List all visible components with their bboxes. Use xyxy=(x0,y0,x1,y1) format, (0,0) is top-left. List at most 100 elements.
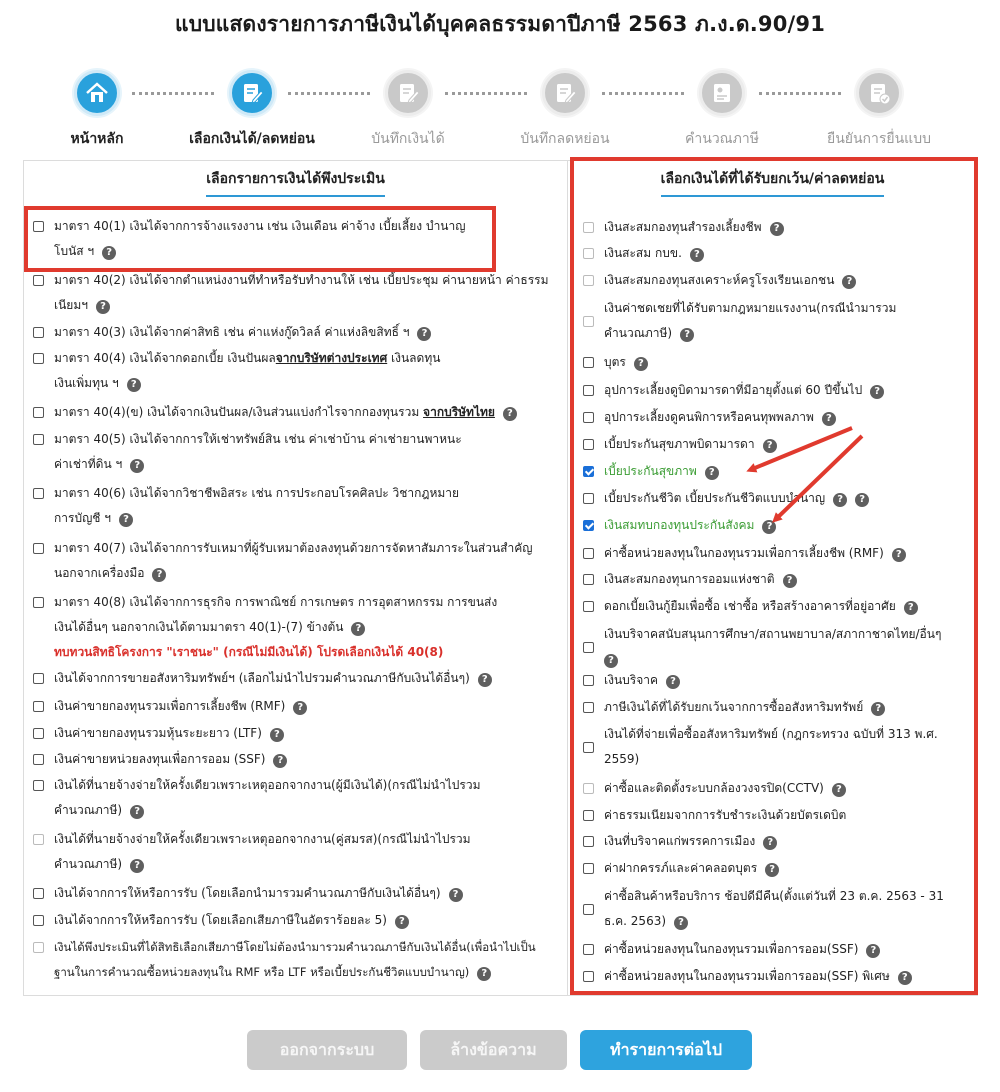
item-label: คำนวณภาษี) xyxy=(54,803,123,817)
page-title: แบบแสดงรายการภาษีเงินได้บุคคลธรรมดาปีภาษ… xyxy=(174,12,826,36)
logout-button[interactable]: ออกจากระบบ xyxy=(247,1030,407,1070)
help-icon[interactable]: ? xyxy=(417,327,432,341)
item-label: เงินค่าขายหน่วยลงทุนเพื่อการออม (SSF) xyxy=(54,752,266,766)
item-label: เงินได้จากการให้หรือการรับ (โดยเลือกเสีย… xyxy=(54,913,387,927)
item-label: การบัญชี ฯ xyxy=(54,511,111,525)
step-home[interactable]: หน้าหลัก xyxy=(27,70,167,150)
help-icon[interactable]: ? xyxy=(293,701,308,715)
checkbox[interactable] xyxy=(33,915,44,926)
help-icon[interactable]: ? xyxy=(119,513,133,527)
step-label: ยืนยันการยื่นแบบ xyxy=(827,131,931,147)
rao-chana-note: ทบทวนสิทธิโครงการ "เราชนะ" (กรณีไม่มีเงิ… xyxy=(54,645,444,659)
checkbox[interactable] xyxy=(33,673,44,684)
checkbox[interactable] xyxy=(33,407,44,418)
help-icon[interactable]: ? xyxy=(502,407,517,421)
item-label: มาตรา 40(3) เงินได้จากค่าสิทธิ เช่น ค่าแ… xyxy=(54,325,410,339)
item-label: เงินเพิ่มทุน ฯ xyxy=(54,376,119,390)
income-item-40-7[interactable]: มาตรา 40(7) เงินได้จากการรับเหมาที่ผู้รั… xyxy=(33,536,553,586)
help-icon[interactable]: ? xyxy=(152,568,167,582)
help-icon[interactable]: ? xyxy=(130,859,145,873)
income-item-rmf-sale[interactable]: เงินค่าขายกองทุนรวมเพื่อการเลี้ยงชีพ (RM… xyxy=(33,694,553,719)
step-calculate-tax[interactable]: คำนวณภาษี xyxy=(652,70,792,150)
income-item-40-6[interactable]: มาตรา 40(6) เงินได้จากวิชาชีพอิสระ เช่น … xyxy=(33,481,553,531)
income-item-gift-5pct[interactable]: เงินได้จากการให้หรือการรับ (โดยเลือกเสีย… xyxy=(33,908,553,933)
income-item-40-4-b[interactable]: มาตรา 40(4)(ข) เงินได้จากเงินปันผล/เงินส… xyxy=(33,400,553,425)
income-item-40-5[interactable]: มาตรา 40(5) เงินได้จากการให้เช่าทรัพย์สิ… xyxy=(33,427,553,477)
checkbox[interactable] xyxy=(33,488,44,499)
income-item-40-4[interactable]: มาตรา 40(4) เงินได้จากดอกเบี้ย เงินปันผล… xyxy=(33,346,553,396)
help-icon[interactable]: ? xyxy=(351,622,366,636)
item-label: เงินลดทุน xyxy=(387,351,441,365)
step-confirm-filing[interactable]: ยืนยันการยื่นแบบ xyxy=(809,70,949,150)
help-icon[interactable]: ? xyxy=(273,754,288,768)
help-icon[interactable]: ? xyxy=(477,967,492,981)
checkbox[interactable] xyxy=(33,754,44,765)
help-icon[interactable]: ? xyxy=(130,805,145,819)
item-label: มาตรา 40(4) เงินได้จากดอกเบี้ย เงินปันผล xyxy=(54,351,276,365)
checkbox xyxy=(33,942,44,953)
item-label: มาตรา 40(5) เงินได้จากการให้เช่าทรัพย์สิ… xyxy=(54,432,462,446)
income-item-severance-spouse: เงินได้ที่นายจ้างจ่ายให้ครั้งเดียวเพราะเ… xyxy=(33,827,553,877)
checkbox[interactable] xyxy=(33,543,44,554)
income-item-ltf-sale[interactable]: เงินค่าขายกองทุนรวมหุ้นระยะยาว (LTF)? xyxy=(33,721,553,746)
document-check-icon xyxy=(856,70,902,116)
step-record-deductions[interactable]: บันทึกลดหย่อน xyxy=(495,70,635,150)
help-icon[interactable]: ? xyxy=(477,673,492,687)
checkbox[interactable] xyxy=(33,701,44,712)
checkbox[interactable] xyxy=(33,780,44,791)
income-panel-title: เลือกรายการเงินได้พึงประเมิน xyxy=(206,168,385,197)
help-icon[interactable]: ? xyxy=(126,378,141,392)
item-label: มาตรา 40(2) เงินได้จากตำแหน่งงานที่ทำหรื… xyxy=(54,273,549,287)
tax-filing-page: แบบแสดงรายการภาษีเงินได้บุคคลธรรมดาปีภาษ… xyxy=(0,0,1000,1092)
item-label: เงินได้อื่นๆ นอกจากเงินได้ตามมาตรา 40(1)… xyxy=(54,620,344,634)
help-icon[interactable]: ? xyxy=(95,300,110,314)
help-icon[interactable]: ? xyxy=(269,728,284,742)
panel-title: เลือกรายการเงินได้พึงประเมิน xyxy=(24,161,567,197)
income-item-severance-self[interactable]: เงินได้ที่นายจ้างจ่ายให้ครั้งเดียวเพราะเ… xyxy=(33,773,553,823)
progress-stepper: หน้าหลัก เลือกเงินได้/ลดหย่อน บันทึกเงิน… xyxy=(35,70,935,150)
calculator-document-icon xyxy=(699,70,745,116)
help-icon[interactable]: ? xyxy=(130,459,145,473)
step-label: หน้าหลัก xyxy=(70,131,124,147)
income-item-40-2[interactable]: มาตรา 40(2) เงินได้จากตำแหน่งงานที่ทำหรื… xyxy=(33,268,553,318)
clear-button[interactable]: ล้างข้อความ xyxy=(420,1030,567,1070)
checkbox[interactable] xyxy=(33,327,44,338)
item-label: คำนวณภาษี) xyxy=(54,857,123,871)
checkbox[interactable] xyxy=(33,275,44,286)
step-select-income[interactable]: เลือกเงินได้/ลดหย่อน xyxy=(182,70,322,150)
item-label: ค่าเช่าที่ดิน ฯ xyxy=(54,457,123,471)
income-item-gift-combined[interactable]: เงินได้จากการให้หรือการรับ (โดยเลือกนำมา… xyxy=(33,881,553,906)
income-item-ssf-sale[interactable]: เงินค่าขายหน่วยลงทุนเพื่อการออม (SSF)? xyxy=(33,747,553,772)
item-label: เงินได้จากการให้หรือการรับ (โดยเลือกนำมา… xyxy=(54,886,441,900)
checkbox[interactable] xyxy=(33,434,44,445)
highlight-box-income-40-1 xyxy=(24,206,496,272)
step-label: เลือกเงินได้/ลดหย่อน xyxy=(189,131,315,147)
checkbox[interactable] xyxy=(33,888,44,899)
item-label: มาตรา 40(6) เงินได้จากวิชาชีพอิสระ เช่น … xyxy=(54,486,460,500)
document-edit-icon xyxy=(385,70,431,116)
item-label-emphasis: จากบริษัทต่างประเทศ xyxy=(275,351,388,365)
income-item-40-8[interactable]: มาตรา 40(8) เงินได้จากการธุรกิจ การพาณิช… xyxy=(33,590,553,665)
item-label: เงินค่าขายกองทุนรวมหุ้นระยะยาว (LTF) xyxy=(54,726,262,740)
next-button[interactable]: ทำรายการต่อไป xyxy=(580,1030,752,1070)
checkbox[interactable] xyxy=(33,597,44,608)
checkbox[interactable] xyxy=(33,353,44,364)
item-label: ฐานในการคำนวณซื้อหน่วยลงทุนใน RMF หรือ L… xyxy=(54,965,470,979)
checkbox[interactable] xyxy=(33,728,44,739)
item-label: เงินได้จากการขายอสังหาริมทรัพย์ฯ (เลือกไ… xyxy=(54,671,470,685)
item-label: เนียมฯ xyxy=(54,298,88,312)
income-item-real-estate-sale[interactable]: เงินได้จากการขายอสังหาริมทรัพย์ฯ (เลือกไ… xyxy=(33,666,553,691)
help-icon[interactable]: ? xyxy=(448,888,463,902)
item-label: มาตรา 40(8) เงินได้จากการธุรกิจ การพาณิช… xyxy=(54,595,498,609)
item-label: เงินค่าขายกองทุนรวมเพื่อการเลี้ยงชีพ (RM… xyxy=(54,699,286,713)
item-label: เงินได้ที่นายจ้างจ่ายให้ครั้งเดียวเพราะเ… xyxy=(54,778,481,792)
help-icon[interactable]: ? xyxy=(394,915,409,929)
home-icon xyxy=(74,70,120,116)
item-label: นอกจากเครื่องมือ xyxy=(54,566,145,580)
step-record-income[interactable]: บันทึกเงินได้ xyxy=(338,70,478,150)
step-label: คำนวณภาษี xyxy=(685,131,759,147)
income-item-40-3[interactable]: มาตรา 40(3) เงินได้จากค่าสิทธิ เช่น ค่าแ… xyxy=(33,320,553,345)
item-label: เงินได้ที่นายจ้างจ่ายให้ครั้งเดียวเพราะเ… xyxy=(54,832,471,846)
edit-document-icon xyxy=(229,70,275,116)
income-item-separate-tax-base: เงินได้พึงประเมินที่ได้สิทธิเลือกเสียภาษ… xyxy=(33,935,563,985)
